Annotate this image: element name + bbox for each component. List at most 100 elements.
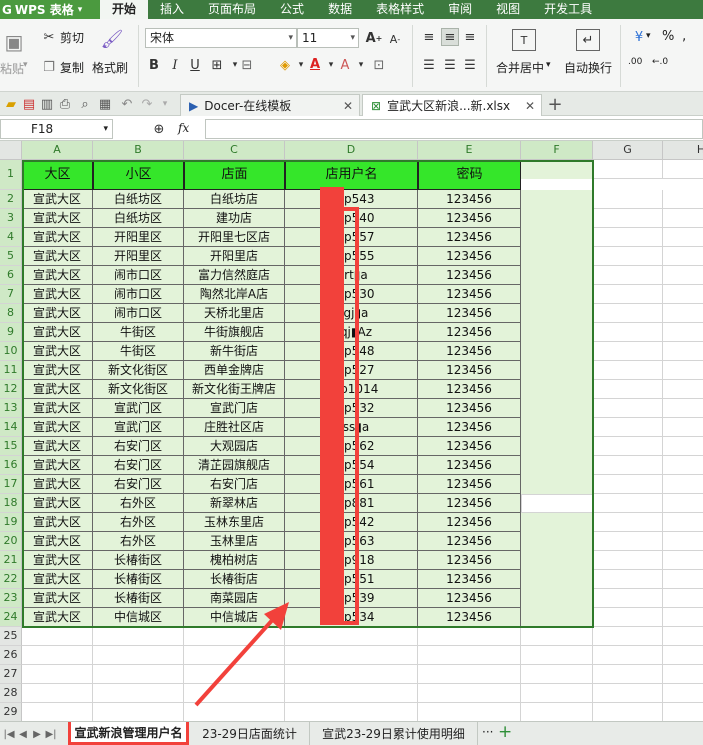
table-cell[interactable]: 南菜园店 — [184, 589, 285, 608]
empty-cell[interactable] — [285, 684, 418, 703]
empty-cell[interactable] — [418, 665, 521, 684]
copy-icon[interactable]: ❐ — [40, 58, 58, 76]
empty-cell[interactable] — [663, 570, 703, 589]
row-header[interactable]: 28 — [0, 684, 22, 703]
empty-cell[interactable] — [521, 513, 593, 532]
sheet-tab[interactable]: 23-29日店面统计 — [190, 722, 310, 745]
table-cell[interactable]: 123456 — [418, 608, 521, 627]
paste-icon[interactable]: ▣ — [4, 29, 24, 55]
empty-cell[interactable] — [663, 684, 703, 703]
merge-center-button[interactable]: 合并居中 — [496, 59, 544, 76]
table-cell[interactable]: 建功店 — [184, 209, 285, 228]
table-cell[interactable]: 123456 — [418, 228, 521, 247]
empty-cell[interactable] — [93, 703, 184, 721]
auto-wrap-button[interactable]: 自动换行 — [564, 59, 612, 76]
menu-tab[interactable]: 视图 — [484, 0, 532, 19]
table-cell[interactable]: l▮▮p530 — [285, 285, 418, 304]
table-cell[interactable]: 宣武大区 — [22, 342, 93, 361]
close-icon[interactable]: ✕ — [343, 99, 353, 113]
row-header[interactable]: 2 — [0, 190, 22, 209]
empty-cell[interactable] — [663, 266, 703, 285]
empty-cell[interactable] — [663, 342, 703, 361]
empty-cell[interactable] — [593, 266, 663, 285]
empty-cell[interactable] — [184, 627, 285, 646]
menu-tab[interactable]: 插入 — [148, 0, 196, 19]
folder-icon[interactable]: ▰ — [2, 95, 20, 113]
empty-cell[interactable] — [521, 228, 593, 247]
close-icon[interactable]: ✕ — [525, 99, 535, 113]
table-cell[interactable]: 宣武大区 — [22, 418, 93, 437]
empty-cell[interactable] — [93, 627, 184, 646]
table-cell[interactable]: 开阳里七区店 — [184, 228, 285, 247]
row-header[interactable]: 16 — [0, 456, 22, 475]
row-header[interactable]: 26 — [0, 646, 22, 665]
table-cell[interactable]: 新文化街区 — [93, 380, 184, 399]
cell-format-icon[interactable]: ⊡ — [370, 56, 388, 74]
row-header[interactable]: 13 — [0, 399, 22, 418]
merge-center-icon[interactable]: T — [512, 29, 536, 51]
table-cell[interactable]: 宣武大区 — [22, 589, 93, 608]
table-cell[interactable]: 123456 — [418, 285, 521, 304]
italic-icon[interactable]: I — [166, 56, 184, 74]
row-header[interactable]: 5 — [0, 247, 22, 266]
empty-cell[interactable] — [663, 608, 703, 627]
table-cell[interactable]: 宣武大区 — [22, 608, 93, 627]
row-header[interactable]: 11 — [0, 361, 22, 380]
table-cell[interactable]: 宣武大区 — [22, 247, 93, 266]
empty-cell[interactable] — [22, 703, 93, 721]
table-cell[interactable]: l▮▮p1014 — [285, 380, 418, 399]
table-cell[interactable]: 新文化街王牌店 — [184, 380, 285, 399]
row-header[interactable]: 17 — [0, 475, 22, 494]
row-header[interactable]: 23 — [0, 589, 22, 608]
table-cell[interactable]: 天桥北里店 — [184, 304, 285, 323]
wrap-text-icon[interactable]: ↵ — [576, 29, 600, 51]
table-cell[interactable]: 宣武大区 — [22, 532, 93, 551]
empty-cell[interactable] — [521, 418, 593, 437]
table-cell[interactable]: 宣武大区 — [22, 209, 93, 228]
empty-cell[interactable] — [521, 627, 593, 646]
empty-cell[interactable] — [593, 570, 663, 589]
menu-tab[interactable]: 公式 — [268, 0, 316, 19]
table-cell[interactable]: 玉林东里店 — [184, 513, 285, 532]
empty-cell[interactable] — [521, 475, 593, 494]
paste-dropdown-icon[interactable]: ▾ — [23, 60, 28, 70]
table-cell[interactable]: 123456 — [418, 456, 521, 475]
empty-cell[interactable] — [593, 342, 663, 361]
align-top-icon[interactable]: ≡ — [420, 28, 438, 46]
table-cell[interactable]: l▮▮p555 — [285, 247, 418, 266]
empty-cell[interactable] — [593, 437, 663, 456]
empty-cell[interactable] — [593, 190, 663, 209]
table-cell[interactable]: 长椿街区 — [93, 570, 184, 589]
table-cell[interactable]: 开阳里区 — [93, 247, 184, 266]
empty-cell[interactable] — [593, 494, 663, 513]
table-cell[interactable]: 白纸坊区 — [93, 190, 184, 209]
table-cell[interactable]: l▮▮p563 — [285, 532, 418, 551]
table-cell[interactable]: 右外区 — [93, 532, 184, 551]
empty-cell[interactable] — [521, 323, 593, 342]
empty-cell[interactable] — [521, 209, 593, 228]
empty-cell[interactable] — [593, 475, 663, 494]
empty-cell[interactable] — [593, 304, 663, 323]
table-cell[interactable]: 宣武大区 — [22, 570, 93, 589]
align-middle-icon[interactable]: ≡ — [441, 28, 459, 46]
table-cell[interactable]: 123456 — [418, 361, 521, 380]
chevron-down-icon[interactable]: ▾ — [646, 31, 651, 41]
row-header[interactable]: 15 — [0, 437, 22, 456]
empty-cell[interactable] — [418, 703, 521, 721]
last-sheet-icon[interactable]: ▶| — [42, 725, 60, 743]
table-cell[interactable]: l▮ss▮a — [285, 418, 418, 437]
empty-cell[interactable] — [521, 646, 593, 665]
empty-cell[interactable] — [285, 665, 418, 684]
app-menu-button[interactable]: G WPS 表格 ▾ — [0, 0, 100, 19]
empty-cell[interactable] — [663, 627, 703, 646]
bold-icon[interactable]: B — [145, 56, 163, 74]
table-cell[interactable]: 中信城店 — [184, 608, 285, 627]
empty-cell[interactable] — [521, 266, 593, 285]
table-cell[interactable]: 123456 — [418, 399, 521, 418]
empty-cell[interactable] — [593, 209, 663, 228]
new-tab-icon[interactable]: + — [546, 94, 564, 115]
font-shrink-icon[interactable]: A- — [386, 30, 404, 48]
empty-cell[interactable] — [663, 703, 703, 721]
save-icon[interactable]: ▥ — [38, 95, 56, 113]
empty-cell[interactable] — [663, 551, 703, 570]
